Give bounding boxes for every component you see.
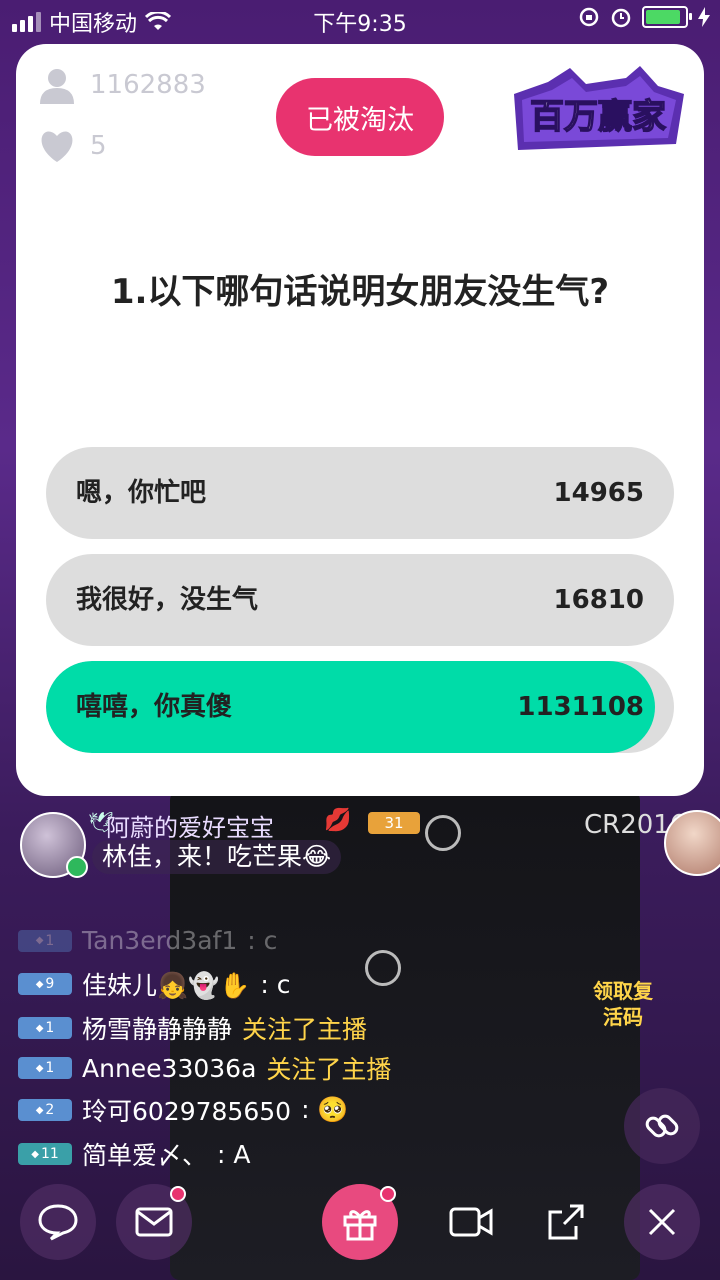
status-bar: 中国移动 下午9:35 <box>0 0 720 40</box>
answer-text: 嘻嘻，你真傻 <box>76 692 233 722</box>
chain-ring <box>425 815 461 851</box>
chat-text: : 🥺 <box>301 1095 349 1124</box>
chat-message: 9 佳妹儿👧👻✋ : c <box>18 966 291 1002</box>
message-button[interactable] <box>116 1184 192 1260</box>
lives-count-value: 5 <box>90 131 107 161</box>
gift-button[interactable] <box>322 1184 398 1260</box>
answer-option: 我很好，没生气 16810 <box>46 554 674 646</box>
level-badge: 31 <box>368 812 420 834</box>
sleeve-print: CR2016 <box>584 810 687 840</box>
chat-user: 简单爱〆、 <box>82 1141 208 1170</box>
chat-text: 关注了主播 <box>242 1015 368 1044</box>
chat-message: 2 玲可6029785650 : 🥺 <box>18 1092 349 1128</box>
chat-bubble-icon <box>38 1204 78 1241</box>
share-icon <box>548 1204 584 1240</box>
share-button[interactable] <box>540 1196 592 1248</box>
answer-count: 14965 <box>553 478 644 508</box>
eliminated-badge: 已被淘汰 <box>276 78 444 156</box>
answer-text: 我很好，没生气 <box>76 585 259 615</box>
record-button[interactable] <box>445 1196 497 1248</box>
chat-user: 佳妹儿👧👻✋ <box>82 971 251 1000</box>
revive-code-button[interactable]: 领取复活码 <box>588 978 658 1042</box>
chat-user: 杨雪静静静静 <box>82 1015 233 1044</box>
question-text: 1.以下哪句话说明女朋友没生气? <box>110 272 610 312</box>
gift-message: 林佳，来！吃芒果😂 <box>92 840 342 874</box>
chat-user: 玲可6029785650 <box>82 1097 292 1126</box>
svg-text:百万赢家: 百万赢家 <box>530 97 666 137</box>
level-badge: 1 <box>18 1017 72 1039</box>
avatar[interactable] <box>20 812 88 878</box>
chat-text: : A <box>217 1139 251 1169</box>
lives-count: 5 <box>38 128 107 164</box>
video-camera-icon <box>449 1207 493 1237</box>
level-badge: 9 <box>18 973 72 995</box>
chat-message: 11 简单爱〆、 : A <box>18 1136 251 1172</box>
close-icon <box>648 1208 676 1236</box>
lips-icon: 💋 <box>324 808 352 833</box>
quiz-card: 1162883 5 已被淘汰 百万赢家 1.以下哪句话说明女朋友没生气? 嗯，你… <box>16 44 704 796</box>
chat-message: 1 Annee33036a 关注了主播 <box>18 1050 391 1086</box>
chat-button[interactable] <box>20 1184 96 1260</box>
chat-message: 1 Tan3erd3af1 : c <box>18 926 277 955</box>
viewer-count: 1162883 <box>38 66 206 104</box>
level-badge: 1 <box>18 929 72 952</box>
user-icon <box>40 69 74 104</box>
chat-user: Tan3erd3af1 <box>82 926 238 955</box>
millionaire-logo: 百万赢家 <box>514 66 684 150</box>
host-avatar[interactable] <box>664 810 720 876</box>
answer-text: 嗯，你忙吧 <box>76 478 207 508</box>
chat-message: 1 杨雪静静静静关注了主播 <box>18 1010 367 1046</box>
link-icon <box>645 1114 679 1138</box>
answer-count: 16810 <box>553 585 644 615</box>
charging-icon <box>698 7 710 27</box>
level-badge: 11 <box>18 1143 72 1165</box>
viewer-count-value: 1162883 <box>90 70 206 100</box>
heart-icon <box>41 131 73 162</box>
mail-icon <box>135 1207 173 1237</box>
chat-user: Annee33036a <box>82 1053 257 1083</box>
answer-option-correct: 嘻嘻，你真傻 1131108 <box>46 661 674 753</box>
level-badge: 2 <box>18 1099 72 1121</box>
answer-count: 1131108 <box>517 692 644 722</box>
alarm-icon <box>611 8 631 28</box>
battery-icon <box>642 6 692 28</box>
notification-dot <box>170 1186 186 1202</box>
close-button[interactable] <box>624 1184 700 1260</box>
chat-text: : c <box>247 926 278 955</box>
link-button[interactable] <box>624 1088 700 1164</box>
chat-text: : c <box>260 969 291 999</box>
chain-ring <box>365 950 401 986</box>
notification-dot <box>380 1186 396 1202</box>
gift-icon <box>343 1210 377 1241</box>
answer-option: 嗯，你忙吧 14965 <box>46 447 674 539</box>
gift-sender: 阿蔚的爱好宝宝 <box>106 814 274 842</box>
chat-text: 关注了主播 <box>266 1055 392 1084</box>
level-badge: 1 <box>18 1057 72 1079</box>
gift-banner: 🕊 阿蔚的爱好宝宝 💋 31 林佳，来！吃芒果😂 <box>18 806 428 878</box>
rotation-lock-icon <box>579 7 599 27</box>
